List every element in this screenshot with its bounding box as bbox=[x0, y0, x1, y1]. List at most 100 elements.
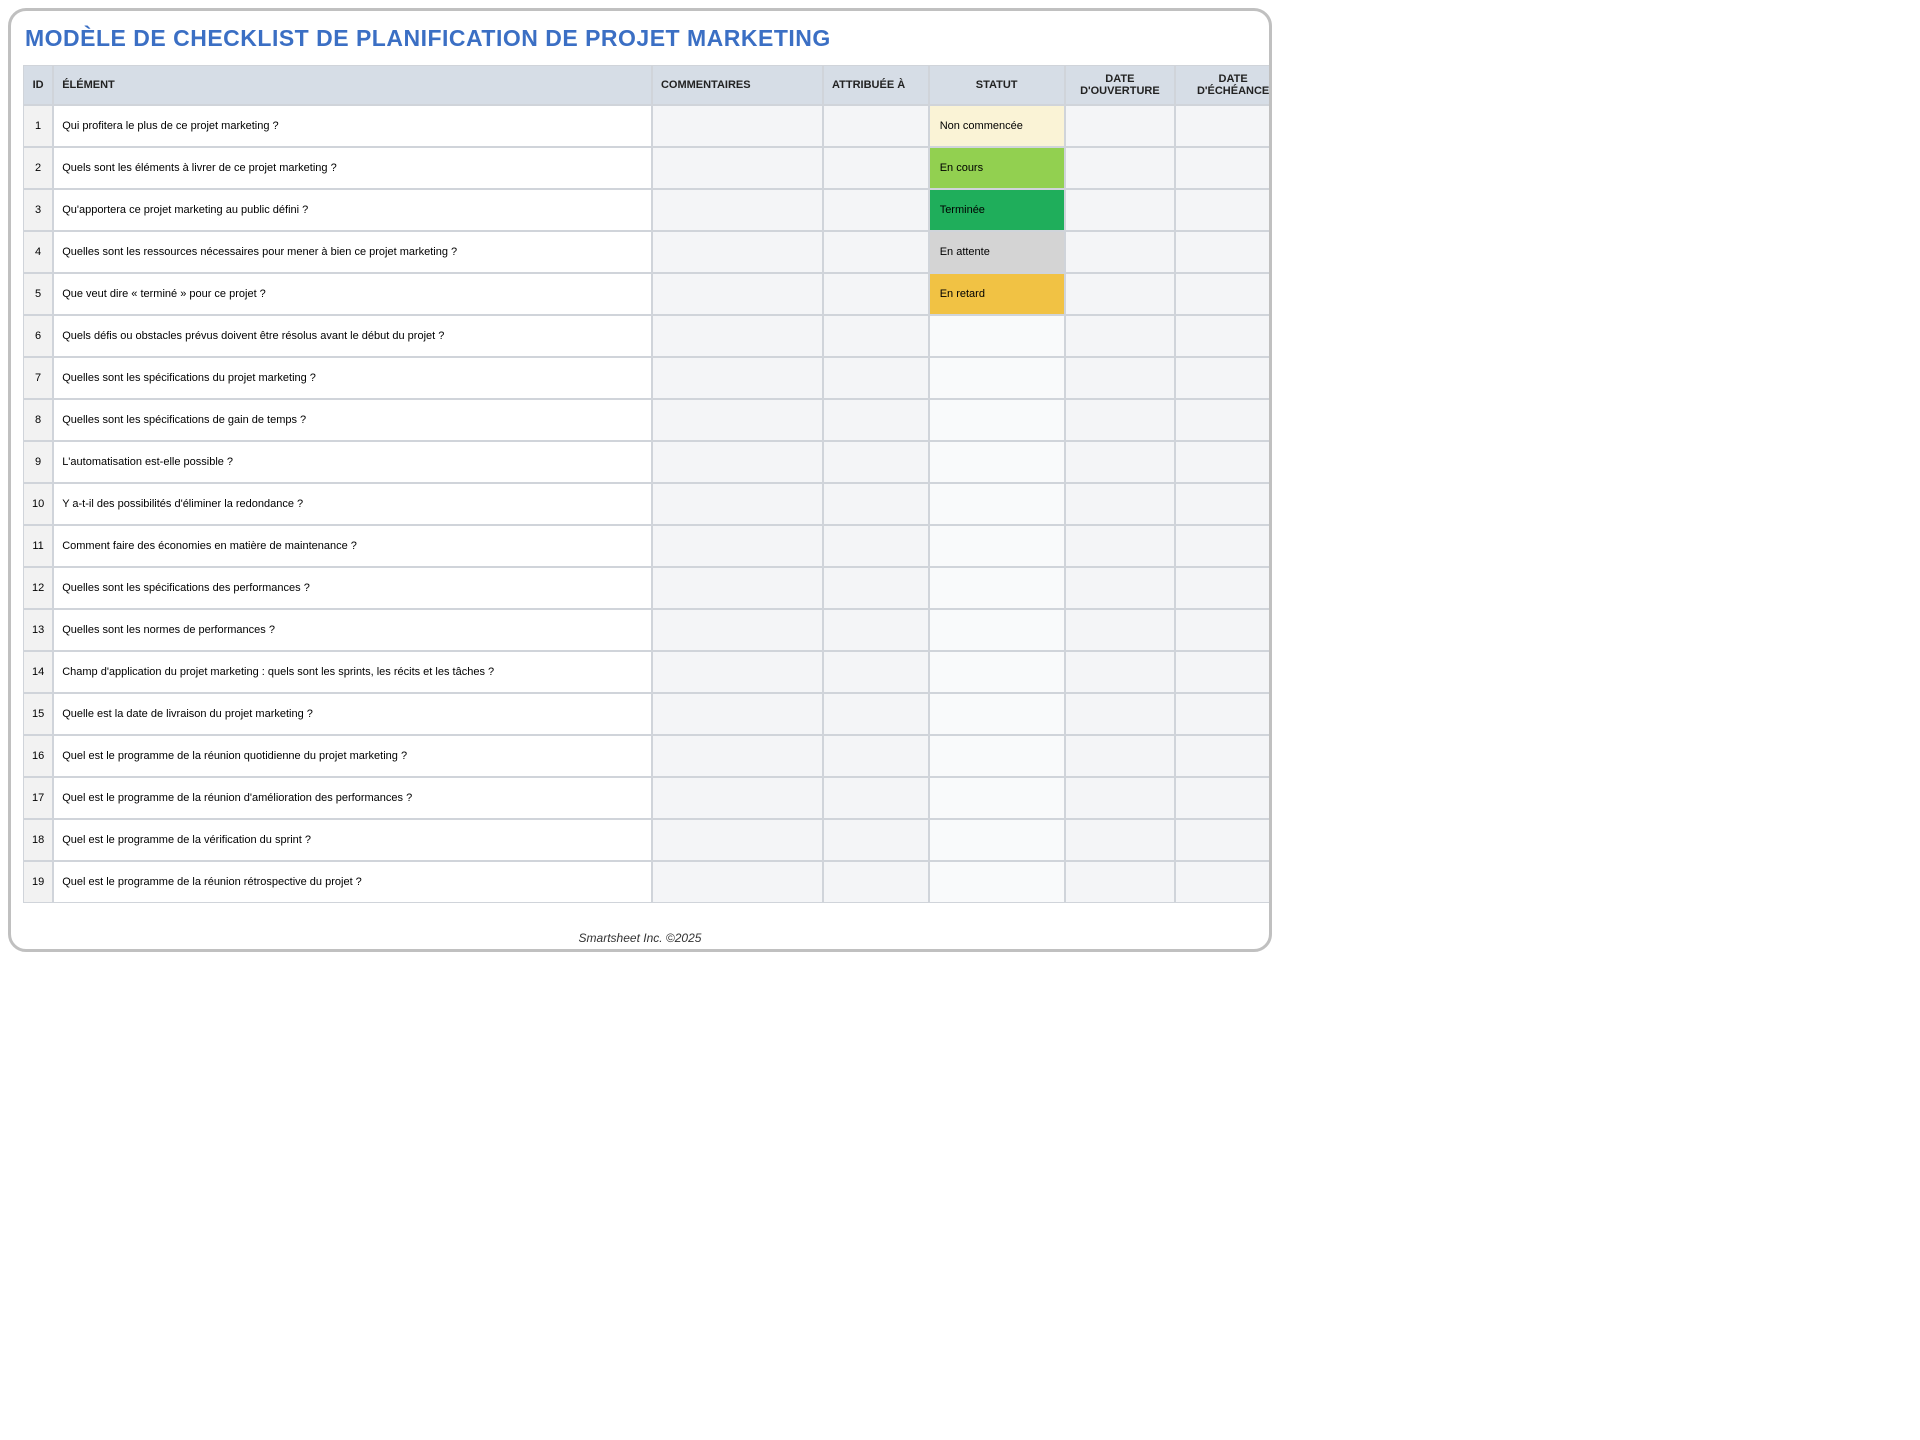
cell-open-date[interactable] bbox=[1065, 273, 1176, 315]
cell-status[interactable] bbox=[929, 441, 1065, 483]
cell-due-date[interactable] bbox=[1175, 273, 1269, 315]
cell-assigned[interactable] bbox=[823, 609, 929, 651]
cell-open-date[interactable] bbox=[1065, 441, 1176, 483]
cell-open-date[interactable] bbox=[1065, 693, 1176, 735]
cell-element[interactable]: Quel est le programme de la vérification… bbox=[53, 819, 652, 861]
cell-status[interactable] bbox=[929, 399, 1065, 441]
cell-status[interactable] bbox=[929, 651, 1065, 693]
cell-status[interactable] bbox=[929, 735, 1065, 777]
cell-element[interactable]: Qui profitera le plus de ce projet marke… bbox=[53, 105, 652, 147]
cell-due-date[interactable] bbox=[1175, 651, 1269, 693]
cell-open-date[interactable] bbox=[1065, 357, 1176, 399]
cell-element[interactable]: Qu'apportera ce projet marketing au publ… bbox=[53, 189, 652, 231]
cell-element[interactable]: Quelles sont les normes de performances … bbox=[53, 609, 652, 651]
cell-open-date[interactable] bbox=[1065, 231, 1176, 273]
cell-assigned[interactable] bbox=[823, 189, 929, 231]
cell-due-date[interactable] bbox=[1175, 357, 1269, 399]
cell-open-date[interactable] bbox=[1065, 399, 1176, 441]
cell-element[interactable]: Y a-t-il des possibilités d'éliminer la … bbox=[53, 483, 652, 525]
cell-open-date[interactable] bbox=[1065, 189, 1176, 231]
cell-element[interactable]: Quelles sont les spécifications de gain … bbox=[53, 399, 652, 441]
cell-assigned[interactable] bbox=[823, 819, 929, 861]
cell-comments[interactable] bbox=[652, 357, 823, 399]
cell-comments[interactable] bbox=[652, 189, 823, 231]
cell-status[interactable] bbox=[929, 357, 1065, 399]
cell-open-date[interactable] bbox=[1065, 105, 1176, 147]
cell-comments[interactable] bbox=[652, 399, 823, 441]
cell-comments[interactable] bbox=[652, 231, 823, 273]
cell-due-date[interactable] bbox=[1175, 567, 1269, 609]
cell-status[interactable]: En attente bbox=[929, 231, 1065, 273]
cell-due-date[interactable] bbox=[1175, 231, 1269, 273]
cell-assigned[interactable] bbox=[823, 147, 929, 189]
cell-comments[interactable] bbox=[652, 441, 823, 483]
cell-comments[interactable] bbox=[652, 777, 823, 819]
cell-comments[interactable] bbox=[652, 861, 823, 903]
cell-element[interactable]: Comment faire des économies en matière d… bbox=[53, 525, 652, 567]
cell-assigned[interactable] bbox=[823, 399, 929, 441]
cell-comments[interactable] bbox=[652, 693, 823, 735]
cell-comments[interactable] bbox=[652, 819, 823, 861]
cell-status[interactable]: Non commencée bbox=[929, 105, 1065, 147]
cell-due-date[interactable] bbox=[1175, 105, 1269, 147]
cell-status[interactable]: En retard bbox=[929, 273, 1065, 315]
cell-status[interactable] bbox=[929, 861, 1065, 903]
cell-due-date[interactable] bbox=[1175, 693, 1269, 735]
cell-open-date[interactable] bbox=[1065, 609, 1176, 651]
cell-assigned[interactable] bbox=[823, 567, 929, 609]
cell-assigned[interactable] bbox=[823, 357, 929, 399]
cell-status[interactable] bbox=[929, 609, 1065, 651]
cell-due-date[interactable] bbox=[1175, 147, 1269, 189]
cell-comments[interactable] bbox=[652, 147, 823, 189]
cell-assigned[interactable] bbox=[823, 693, 929, 735]
cell-comments[interactable] bbox=[652, 273, 823, 315]
cell-assigned[interactable] bbox=[823, 105, 929, 147]
cell-element[interactable]: Quelle est la date de livraison du proje… bbox=[53, 693, 652, 735]
cell-status[interactable] bbox=[929, 693, 1065, 735]
cell-open-date[interactable] bbox=[1065, 567, 1176, 609]
cell-assigned[interactable] bbox=[823, 525, 929, 567]
cell-status[interactable] bbox=[929, 483, 1065, 525]
cell-element[interactable]: Quel est le programme de la réunion quot… bbox=[53, 735, 652, 777]
cell-comments[interactable] bbox=[652, 105, 823, 147]
cell-due-date[interactable] bbox=[1175, 315, 1269, 357]
cell-status[interactable] bbox=[929, 525, 1065, 567]
cell-element[interactable]: Quel est le programme de la réunion d'am… bbox=[53, 777, 652, 819]
cell-status[interactable] bbox=[929, 315, 1065, 357]
cell-element[interactable]: Quelles sont les spécifications des perf… bbox=[53, 567, 652, 609]
cell-element[interactable]: Que veut dire « terminé » pour ce projet… bbox=[53, 273, 652, 315]
cell-due-date[interactable] bbox=[1175, 483, 1269, 525]
cell-status[interactable] bbox=[929, 819, 1065, 861]
cell-assigned[interactable] bbox=[823, 231, 929, 273]
cell-comments[interactable] bbox=[652, 651, 823, 693]
cell-assigned[interactable] bbox=[823, 273, 929, 315]
cell-open-date[interactable] bbox=[1065, 651, 1176, 693]
cell-due-date[interactable] bbox=[1175, 399, 1269, 441]
cell-comments[interactable] bbox=[652, 609, 823, 651]
cell-open-date[interactable] bbox=[1065, 147, 1176, 189]
cell-element[interactable]: Quel est le programme de la réunion rétr… bbox=[53, 861, 652, 903]
cell-element[interactable]: Quelles sont les spécifications du proje… bbox=[53, 357, 652, 399]
cell-comments[interactable] bbox=[652, 567, 823, 609]
cell-open-date[interactable] bbox=[1065, 861, 1176, 903]
cell-element[interactable]: L'automatisation est-elle possible ? bbox=[53, 441, 652, 483]
cell-comments[interactable] bbox=[652, 735, 823, 777]
cell-due-date[interactable] bbox=[1175, 861, 1269, 903]
cell-assigned[interactable] bbox=[823, 861, 929, 903]
cell-element[interactable]: Quelles sont les ressources nécessaires … bbox=[53, 231, 652, 273]
cell-open-date[interactable] bbox=[1065, 777, 1176, 819]
cell-due-date[interactable] bbox=[1175, 777, 1269, 819]
cell-open-date[interactable] bbox=[1065, 483, 1176, 525]
cell-comments[interactable] bbox=[652, 315, 823, 357]
cell-open-date[interactable] bbox=[1065, 525, 1176, 567]
cell-due-date[interactable] bbox=[1175, 189, 1269, 231]
cell-due-date[interactable] bbox=[1175, 819, 1269, 861]
cell-assigned[interactable] bbox=[823, 735, 929, 777]
cell-assigned[interactable] bbox=[823, 441, 929, 483]
cell-open-date[interactable] bbox=[1065, 315, 1176, 357]
cell-element[interactable]: Quels sont les éléments à livrer de ce p… bbox=[53, 147, 652, 189]
cell-status[interactable] bbox=[929, 567, 1065, 609]
cell-due-date[interactable] bbox=[1175, 441, 1269, 483]
cell-open-date[interactable] bbox=[1065, 735, 1176, 777]
cell-status[interactable] bbox=[929, 777, 1065, 819]
